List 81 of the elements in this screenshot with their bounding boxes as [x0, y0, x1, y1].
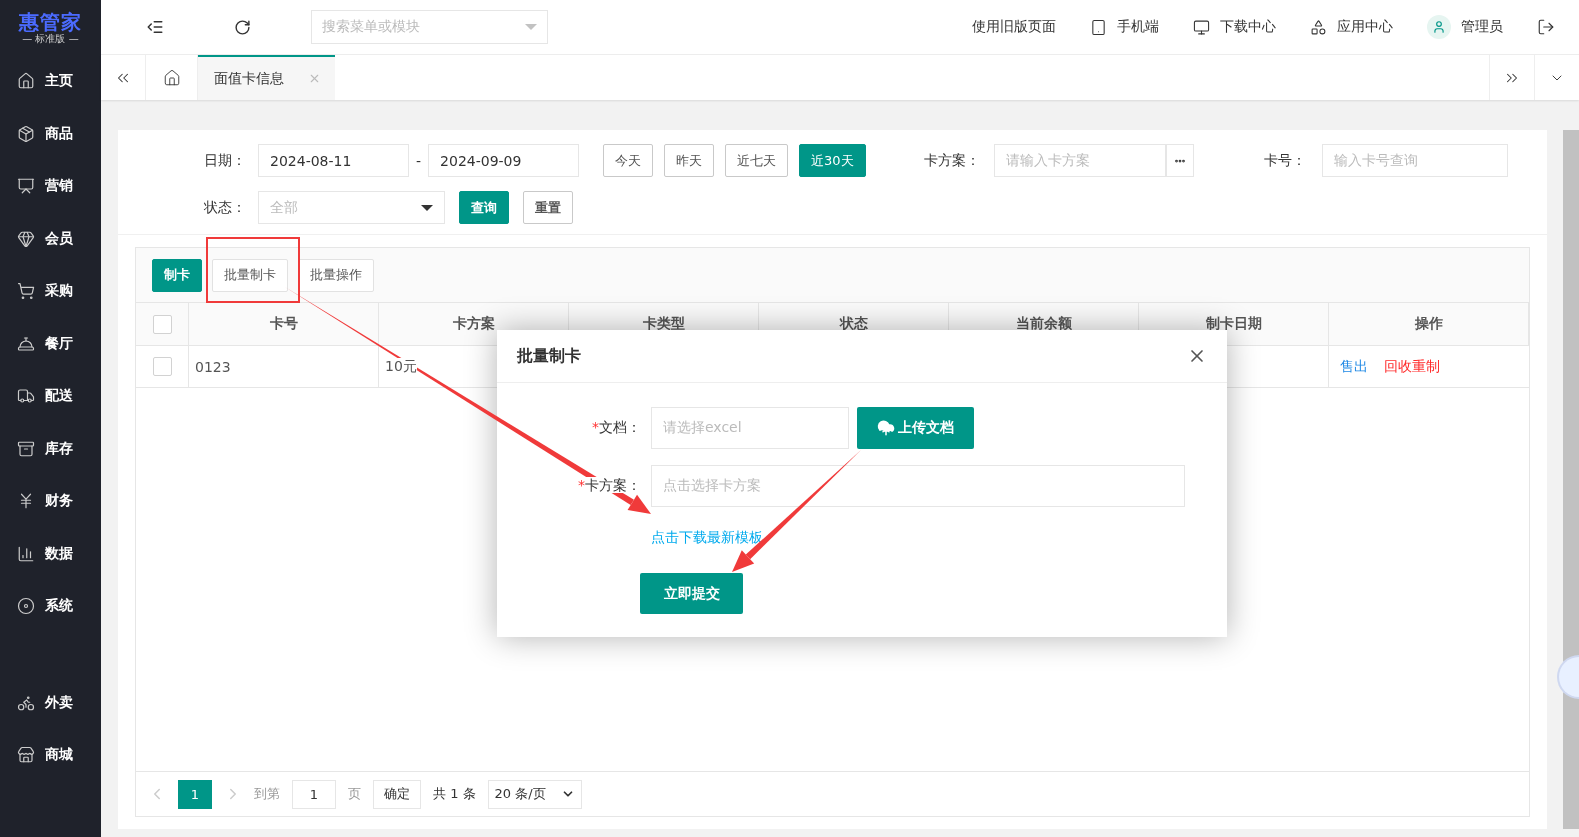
checkbox[interactable] [152, 314, 172, 334]
brand-name: 惠管家 [19, 10, 82, 33]
header-link[interactable]: 应用中心 [1310, 18, 1393, 36]
confirm-button[interactable]: 确定 [373, 779, 421, 809]
checkbox[interactable] [152, 357, 172, 376]
more-button[interactable] [1165, 144, 1194, 177]
sidebar-item[interactable]: 系统 [0, 580, 101, 633]
header-link[interactable]: 使用旧版页面 [972, 18, 1056, 36]
gem-icon [17, 229, 35, 248]
page-size-select[interactable]: 20 条/页 [487, 779, 582, 809]
column-header: 卡号 [189, 303, 379, 346]
brand-edition: — 标准版 — [22, 32, 79, 45]
sidebar-item[interactable]: 营销 [0, 160, 101, 213]
current-page[interactable]: 1 [178, 779, 212, 809]
column-header: 操作 [1329, 303, 1529, 346]
header-link[interactable]: 下载中心 [1193, 18, 1276, 36]
store-icon [17, 746, 35, 765]
sidebar-item[interactable]: 财务 [0, 475, 101, 528]
truck-icon [17, 387, 35, 406]
sidebar-item[interactable]: 餐厅 [0, 317, 101, 370]
sidebar-item[interactable]: 外卖 [0, 676, 101, 729]
goto-label: 到第 [254, 785, 280, 803]
date-range-button[interactable]: 近七天 [725, 144, 789, 177]
reset-button[interactable]: 重置 [523, 191, 573, 224]
page-unit: 页 [348, 785, 361, 803]
tablet-icon [1090, 18, 1107, 36]
total-count: 共 1 条 [433, 785, 476, 803]
disc-icon [17, 597, 35, 616]
sidebar-item[interactable]: 会员 [0, 212, 101, 265]
page-input[interactable]: 1 [292, 779, 336, 809]
archive-icon [17, 439, 35, 458]
cart-icon [17, 282, 35, 301]
scrollbar[interactable] [1563, 130, 1579, 829]
cloud-upload-icon [877, 419, 895, 437]
sidebar-item[interactable]: 库存 [0, 422, 101, 475]
sidebar-item[interactable]: 采购 [0, 265, 101, 318]
sidebar-item[interactable]: 商品 [0, 107, 101, 160]
shapes-icon [1310, 18, 1327, 36]
date-label: 日期： [204, 151, 247, 170]
toolbar-button[interactable]: 批量制卡 [212, 258, 288, 292]
toolbar-button[interactable]: 批量操作 [298, 258, 374, 292]
caret-icon [525, 24, 537, 30]
upload-button[interactable]: 上传文档 [857, 407, 974, 449]
box-icon [17, 124, 35, 143]
table-cell: 0123 [189, 346, 379, 388]
date-range-button[interactable]: 近30天 [799, 144, 866, 177]
header-link[interactable]: 手机端 [1090, 18, 1159, 36]
floating-helper-icon[interactable] [1557, 655, 1579, 699]
date-range-button[interactable]: 今天 [603, 144, 654, 177]
chart-icon [17, 177, 35, 196]
header-link[interactable]: 管理员 [1427, 15, 1503, 39]
home-icon [17, 72, 35, 91]
toolbar-button[interactable]: 制卡 [152, 258, 202, 292]
dialog-title: 批量制卡 [517, 345, 581, 367]
sidebar-item[interactable]: 商城 [0, 729, 101, 782]
sidebar-item[interactable]: 数据 [0, 527, 101, 580]
end-date-field[interactable]: 2024-09-09 [428, 144, 580, 177]
bike-icon [17, 693, 35, 712]
page-tab[interactable]: 面值卡信息 [198, 55, 335, 100]
query-button[interactable]: 查询 [459, 191, 509, 224]
action-link[interactable]: 售出 [1340, 357, 1368, 376]
submit-button[interactable]: 立即提交 [640, 573, 743, 614]
caret-icon [421, 204, 433, 211]
sidebar-item[interactable]: 配送 [0, 370, 101, 423]
collapse-menu-icon[interactable] [146, 18, 164, 36]
monitor-icon [1193, 18, 1210, 36]
table-cell: 10元 [385, 357, 417, 376]
scheme-label: 卡方案： [923, 151, 981, 170]
user-avatar-icon [1427, 15, 1451, 39]
start-date-field[interactable]: 2024-08-11 [258, 144, 409, 177]
status-label: 状态： [204, 198, 247, 217]
bell-icon [17, 334, 35, 353]
refresh-icon[interactable] [234, 18, 251, 36]
logout-icon[interactable] [1537, 18, 1555, 36]
date-range-button[interactable]: 昨天 [664, 144, 715, 177]
sidebar-item[interactable]: 主页 [0, 55, 101, 108]
date-separator: - [416, 152, 422, 169]
bar-chart-icon [17, 544, 35, 563]
card-number-label: 卡号： [1263, 151, 1307, 170]
home-icon [162, 68, 181, 87]
action-link[interactable]: 回收重制 [1384, 357, 1440, 376]
